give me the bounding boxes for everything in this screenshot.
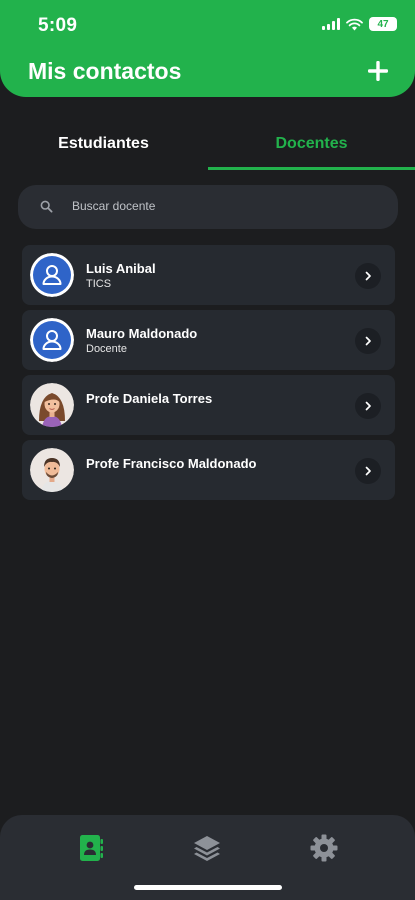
- contact-item[interactable]: Mauro Maldonado Docente: [22, 310, 395, 370]
- open-contact-button[interactable]: [355, 328, 381, 354]
- contact-name: Mauro Maldonado: [86, 326, 198, 341]
- active-tab-indicator: [208, 167, 415, 170]
- contact-item[interactable]: Luis Anibal TICS: [22, 245, 395, 305]
- page-title: Mis contactos: [28, 58, 182, 84]
- search-input[interactable]: [72, 191, 382, 221]
- contact-item[interactable]: Profe Francisco Maldonado: [22, 440, 395, 500]
- add-contact-button[interactable]: [364, 57, 392, 85]
- contact-list: Luis Anibal TICS Mauro Maldonado Docente: [22, 245, 395, 505]
- gear-icon: [310, 834, 338, 862]
- search-icon: [40, 200, 53, 213]
- open-contact-button[interactable]: [355, 458, 381, 484]
- cellular-signal-icon: [322, 18, 340, 30]
- contact-name: Luis Anibal: [86, 261, 156, 276]
- home-indicator[interactable]: [134, 885, 282, 890]
- chevron-right-icon: [365, 466, 371, 476]
- status-icons: 47: [322, 17, 397, 31]
- female-cartoon-avatar: [30, 383, 74, 427]
- contact-name: Profe Francisco Maldonado: [86, 456, 257, 471]
- plus-icon: [368, 61, 388, 81]
- search-bar: [18, 185, 398, 229]
- app-header: 5:09 47 Mis contactos: [0, 0, 415, 97]
- chevron-right-icon: [365, 401, 371, 411]
- nav-settings[interactable]: [307, 831, 341, 865]
- default-user-avatar: [30, 318, 74, 362]
- tab-docentes[interactable]: Docentes: [208, 118, 415, 170]
- male-cartoon-avatar: [30, 448, 74, 492]
- layers-icon: [194, 836, 220, 861]
- chevron-right-icon: [365, 336, 371, 346]
- contact-name: Profe Daniela Torres: [86, 391, 213, 406]
- contact-item[interactable]: Profe Daniela Torres: [22, 375, 395, 435]
- open-contact-button[interactable]: [355, 393, 381, 419]
- wifi-icon: [346, 18, 363, 30]
- chevron-right-icon: [365, 271, 371, 281]
- nav-layers[interactable]: [190, 831, 224, 865]
- tab-bar: Estudiantes Docentes: [0, 118, 415, 172]
- contact-subtitle: TICS: [86, 278, 112, 290]
- status-bar: 5:09 47: [0, 0, 415, 52]
- nav-contacts[interactable]: [74, 831, 108, 865]
- status-time: 5:09: [38, 15, 78, 36]
- open-contact-button[interactable]: [355, 263, 381, 289]
- tab-estudiantes[interactable]: Estudiantes: [0, 118, 207, 170]
- default-user-avatar: [30, 253, 74, 297]
- contacts-book-icon: [80, 835, 103, 861]
- contact-subtitle: Docente: [86, 343, 127, 355]
- battery-indicator: 47: [369, 17, 397, 31]
